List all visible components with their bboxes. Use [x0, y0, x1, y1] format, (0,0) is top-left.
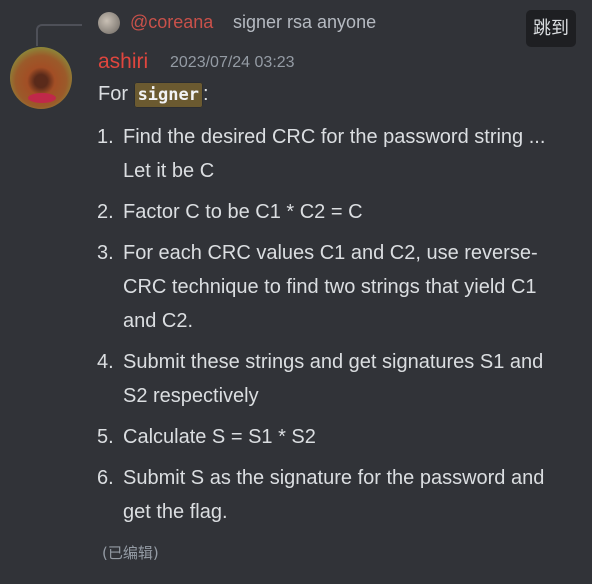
item-number: 4. [97, 351, 114, 373]
item-text: Submit these strings and get signatures … [123, 351, 544, 407]
reply-preview[interactable]: @coreana signer rsa anyone [0, 10, 592, 46]
steps-list: 1. Find the desired CRC for the password … [97, 120, 567, 536]
list-item: 4. Submit these strings and get signature… [97, 345, 567, 413]
jump-button[interactable]: 跳到 [526, 10, 576, 47]
item-number: 3. [97, 242, 114, 264]
message-intro: For signer: [98, 82, 209, 108]
item-text: Calculate S = S1 * S2 [123, 426, 316, 448]
item-text: Find the desired CRC for the password st… [123, 126, 546, 182]
reply-avatar[interactable] [98, 12, 120, 34]
reply-spine [36, 24, 82, 46]
list-item: 6. Submit S as the signature for the pass… [97, 461, 567, 529]
item-text: Factor C to be C1 * C2 = C [123, 201, 363, 223]
intro-text: For [98, 83, 128, 105]
inline-code: signer [133, 82, 203, 108]
item-number: 1. [97, 126, 114, 148]
item-text: Submit S as the signature for the passwo… [123, 467, 545, 523]
avatar[interactable] [10, 47, 72, 109]
list-item: 2. Factor C to be C1 * C2 = C [97, 195, 567, 229]
list-item: 1. Find the desired CRC for the password … [97, 120, 567, 188]
intro-colon: : [202, 83, 209, 105]
item-number: 5. [97, 426, 114, 448]
item-number: 2. [97, 201, 114, 223]
timestamp: 2023/07/24 03:23 [170, 54, 295, 71]
list-item: 3. For each CRC values C1 and C2, use rev… [97, 236, 567, 338]
author-name[interactable]: ashiri [98, 50, 148, 74]
list-item: 5. Calculate S = S1 * S2 [97, 420, 567, 454]
reply-text[interactable]: signer rsa anyone [233, 12, 376, 33]
edited-label: (已编辑) [102, 544, 159, 562]
item-text: For each CRC values C1 and C2, use rever… [123, 242, 538, 332]
item-number: 6. [97, 467, 114, 489]
reply-mention[interactable]: @coreana [130, 12, 213, 33]
